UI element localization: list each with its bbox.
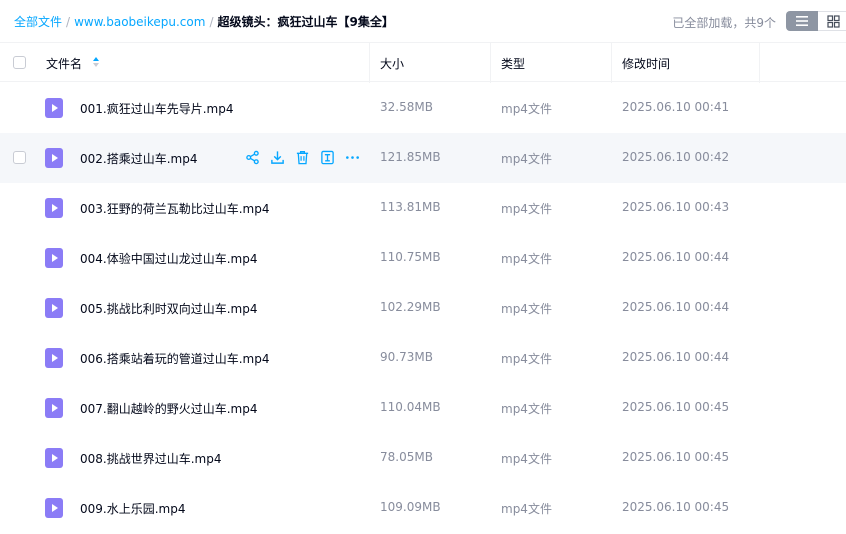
share-button[interactable] — [244, 149, 260, 165]
more-button[interactable] — [344, 149, 360, 165]
sort-icon[interactable] — [92, 56, 100, 68]
file-size: 110.75MB — [380, 250, 441, 264]
breadcrumb-separator: / — [66, 15, 71, 29]
file-size: 32.58MB — [380, 100, 433, 114]
video-file-icon — [45, 148, 63, 168]
delete-button[interactable] — [294, 149, 310, 165]
video-file-icon — [45, 248, 63, 268]
file-modified: 2025.06.10 00:42 — [622, 150, 730, 164]
file-modified: 2025.06.10 00:44 — [622, 350, 730, 364]
file-type: mp4文件 — [501, 452, 552, 466]
video-file-icon — [45, 398, 63, 418]
file-type: mp4文件 — [501, 252, 552, 266]
top-bar: 全部文件 / www.baobeikepu.com / 超级镜头：疯狂过山车【9集全】 … — [0, 0, 846, 42]
grid-view-icon — [827, 14, 840, 28]
video-file-icon — [45, 298, 63, 318]
file-modified: 2025.06.10 00:45 — [622, 450, 730, 464]
breadcrumb-site-link[interactable]: www.baobeikepu.com — [74, 15, 205, 29]
list-view-button[interactable] — [786, 11, 818, 31]
file-type: mp4文件 — [501, 202, 552, 216]
file-name[interactable]: 002.搭乘过山车.mp4 — [80, 150, 197, 167]
column-header-modified[interactable]: 修改时间 — [622, 55, 670, 72]
video-file-icon — [45, 498, 63, 518]
file-modified: 2025.06.10 00:45 — [622, 500, 730, 514]
table-row[interactable]: 005.挑战比利时双向过山车.mp4 102.29MB mp4文件 2025.0… — [0, 283, 846, 333]
file-type: mp4文件 — [501, 502, 552, 516]
download-button[interactable] — [269, 149, 285, 165]
breadcrumb-separator: / — [209, 15, 214, 29]
view-switch — [786, 11, 846, 31]
breadcrumb-current: 超级镜头：疯狂过山车【9集全】 — [217, 15, 394, 29]
table-row[interactable]: 006.搭乘站着玩的管道过山车.mp4 90.73MB mp4文件 2025.0… — [0, 333, 846, 383]
file-name[interactable]: 001.疯狂过山车先导片.mp4 — [80, 100, 233, 117]
row-checkbox[interactable] — [13, 151, 26, 164]
extract-button[interactable] — [319, 149, 335, 165]
file-name[interactable]: 009.水上乐园.mp4 — [80, 500, 185, 517]
more-icon — [345, 155, 359, 159]
list-view-icon — [796, 16, 808, 26]
file-size: 102.29MB — [380, 300, 441, 314]
file-type: mp4文件 — [501, 352, 552, 366]
file-size: 78.05MB — [380, 450, 433, 464]
row-actions — [244, 149, 369, 165]
file-modified: 2025.06.10 00:45 — [622, 400, 730, 414]
video-file-icon — [45, 448, 63, 468]
video-file-icon — [45, 98, 63, 118]
file-modified: 2025.06.10 00:43 — [622, 200, 730, 214]
file-type: mp4文件 — [501, 102, 552, 116]
file-modified: 2025.06.10 00:44 — [622, 250, 730, 264]
table-row[interactable]: 008.挑战世界过山车.mp4 78.05MB mp4文件 2025.06.10… — [0, 433, 846, 483]
column-divider — [490, 43, 491, 83]
column-divider — [759, 43, 760, 83]
file-name[interactable]: 008.挑战世界过山车.mp4 — [80, 450, 221, 467]
table-row[interactable]: 002.搭乘过山车.mp4 121.85MB mp4文件 2025.06.10 … — [0, 133, 846, 183]
file-type: mp4文件 — [501, 302, 552, 316]
file-name[interactable]: 006.搭乘站着玩的管道过山车.mp4 — [80, 350, 269, 367]
table-row[interactable]: 001.疯狂过山车先导片.mp4 32.58MB mp4文件 2025.06.1… — [0, 83, 846, 133]
table-header: 文件名 大小 类型 修改时间 — [0, 42, 846, 83]
file-size: 121.85MB — [380, 150, 441, 164]
share-icon — [245, 150, 259, 164]
video-file-icon — [45, 198, 63, 218]
file-name[interactable]: 004.体验中国过山龙过山车.mp4 — [80, 250, 257, 267]
file-type: mp4文件 — [501, 402, 552, 416]
select-all-checkbox[interactable] — [13, 56, 26, 69]
table-row[interactable]: 003.狂野的荷兰瓦勒比过山车.mp4 113.81MB mp4文件 2025.… — [0, 183, 846, 233]
delete-icon — [296, 150, 308, 164]
column-divider — [369, 43, 370, 83]
file-size: 109.09MB — [380, 500, 441, 514]
file-type: mp4文件 — [501, 152, 552, 166]
file-name[interactable]: 007.翻山越岭的野火过山车.mp4 — [80, 400, 257, 417]
column-divider — [611, 43, 612, 83]
column-header-name[interactable]: 文件名 — [46, 55, 82, 72]
video-file-icon — [45, 348, 63, 368]
grid-view-button[interactable] — [818, 11, 846, 31]
file-modified: 2025.06.10 00:41 — [622, 100, 730, 114]
column-header-type[interactable]: 类型 — [501, 55, 525, 72]
loaded-count-text: 已全部加载，共9个 — [672, 16, 776, 30]
file-size: 113.81MB — [380, 200, 441, 214]
column-header-size[interactable]: 大小 — [380, 55, 404, 72]
extract-icon — [320, 150, 334, 164]
table-row[interactable]: 004.体验中国过山龙过山车.mp4 110.75MB mp4文件 2025.0… — [0, 233, 846, 283]
breadcrumb-root-link[interactable]: 全部文件 — [14, 15, 62, 29]
file-name[interactable]: 005.挑战比利时双向过山车.mp4 — [80, 300, 257, 317]
file-modified: 2025.06.10 00:44 — [622, 300, 730, 314]
download-icon — [270, 150, 284, 164]
file-name[interactable]: 003.狂野的荷兰瓦勒比过山车.mp4 — [80, 200, 269, 217]
table-row[interactable]: 009.水上乐园.mp4 109.09MB mp4文件 2025.06.10 0… — [0, 483, 846, 533]
file-size: 90.73MB — [380, 350, 433, 364]
breadcrumb: 全部文件 / www.baobeikepu.com / 超级镜头：疯狂过山车【9集全】 — [14, 13, 394, 30]
table-row[interactable]: 007.翻山越岭的野火过山车.mp4 110.04MB mp4文件 2025.0… — [0, 383, 846, 433]
file-size: 110.04MB — [380, 400, 441, 414]
